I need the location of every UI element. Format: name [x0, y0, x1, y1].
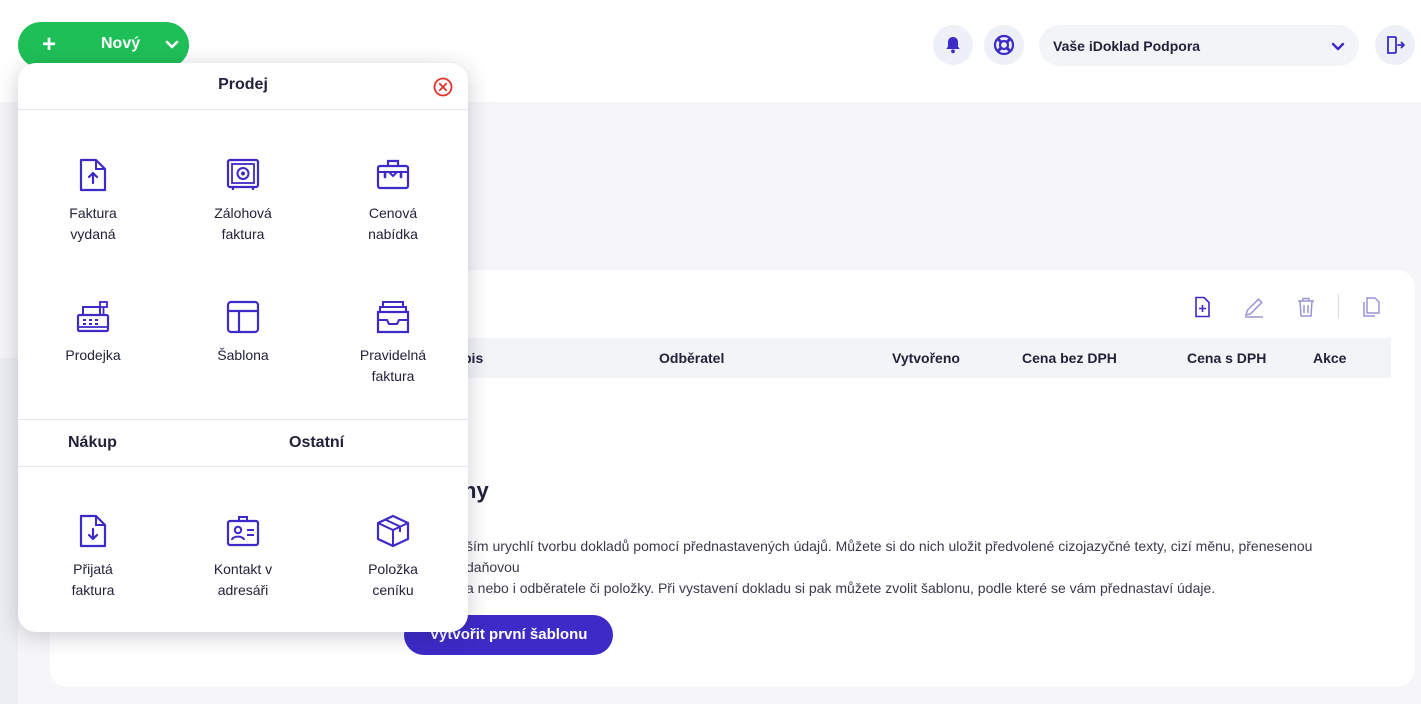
left-strip — [0, 358, 18, 704]
new-document-menu: Prodej Faktura vydaná Zálohová faktura C… — [18, 63, 468, 632]
empty-state-text: ším urychlí tvorbu dokladů pomocí předna… — [466, 536, 1366, 599]
menu-item-label: Položka — [368, 561, 418, 577]
invoice-upload-icon — [79, 158, 107, 192]
menu-item-price-list-item[interactable]: Položka ceníku — [318, 513, 468, 601]
logout-button[interactable] — [1375, 25, 1415, 65]
menu-item-label: nabídka — [368, 226, 418, 242]
account-selector[interactable]: Vaše iDoklad Podpora — [1039, 25, 1359, 66]
new-document-icon[interactable] — [1192, 296, 1212, 318]
safe-icon — [226, 158, 260, 190]
inbox-stack-icon — [376, 301, 410, 334]
menu-item-advance-invoice[interactable]: Zálohová faktura — [168, 157, 318, 245]
copy-icon[interactable] — [1360, 296, 1382, 318]
menu-item-label: Faktura — [69, 205, 117, 221]
logout-icon — [1387, 36, 1405, 54]
contact-card-icon — [226, 516, 260, 547]
chevron-down-icon — [165, 40, 179, 49]
chevron-down-icon — [1331, 42, 1345, 51]
menu-item-contact[interactable]: Kontakt v adresáři — [168, 513, 318, 601]
tab-purchase[interactable]: Nákup — [68, 434, 117, 452]
menu-item-label: vydaná — [70, 226, 116, 242]
menu-item-label: ceníku — [372, 582, 414, 598]
menu-item-price-offer[interactable]: Cenová nabídka — [318, 157, 468, 245]
menu-title-sales[interactable]: Prodej — [18, 76, 468, 94]
menu-item-label: Přijatá — [73, 561, 113, 577]
briefcase-icon — [376, 159, 410, 190]
menu-item-label: Prodejka — [65, 347, 121, 363]
column-price-without-vat[interactable]: Cena bez DPH — [1022, 350, 1117, 366]
column-actions: Akce — [1313, 350, 1347, 366]
menu-item-received-invoice[interactable]: Přijatá faktura — [18, 513, 168, 601]
menu-item-label: Kontakt v — [213, 561, 273, 577]
menu-item-template[interactable]: Šablona — [168, 299, 318, 366]
column-price-with-vat[interactable]: Cena s DPH — [1187, 350, 1266, 366]
menu-item-label: faktura — [71, 582, 115, 598]
menu-item-issued-invoice[interactable]: Faktura vydaná — [18, 157, 168, 245]
menu-item-label: Cenová — [368, 205, 418, 221]
close-icon[interactable] — [433, 77, 453, 97]
box-icon — [376, 514, 410, 548]
new-button[interactable]: + Nový — [18, 22, 189, 68]
column-customer[interactable]: Odběratel — [659, 350, 724, 366]
cash-register-icon — [76, 301, 110, 333]
notifications-button[interactable] — [933, 25, 973, 65]
menu-item-label: adresáři — [217, 582, 269, 598]
menu-item-recurring-invoice[interactable]: Pravidelná faktura — [318, 299, 468, 387]
plus-icon: + — [42, 31, 57, 58]
menu-item-label: faktura — [221, 226, 265, 242]
menu-item-receipt[interactable]: Prodejka — [18, 299, 168, 366]
empty-state-text-line: a nebo i odběratele či položky. Při vyst… — [466, 580, 1216, 596]
empty-state-text-line: ším urychlí tvorbu dokladů pomocí předna… — [466, 538, 1313, 575]
template-icon — [226, 300, 260, 334]
new-button-label: Nový — [101, 35, 141, 52]
menu-header: Prodej — [18, 63, 468, 110]
delete-icon[interactable] — [1295, 296, 1317, 318]
bell-icon — [946, 37, 960, 54]
table-header: pis Odběratel Vytvořeno Cena bez DPH Cen… — [408, 338, 1391, 378]
menu-item-label: Pravidelná — [359, 347, 427, 363]
toolbar-separator — [1338, 294, 1339, 318]
tab-other[interactable]: Ostatní — [289, 434, 344, 452]
menu-item-label: Zálohová — [214, 205, 272, 221]
menu-item-label: faktura — [371, 368, 415, 384]
menu-item-label: Šablona — [217, 347, 269, 363]
help-button[interactable] — [984, 25, 1024, 65]
menu-subheader: Nákup Ostatní — [18, 419, 468, 467]
lifebuoy-icon — [993, 34, 1015, 56]
account-name: Vaše iDoklad Podpora — [1053, 38, 1201, 54]
invoice-download-icon — [79, 514, 107, 548]
column-created[interactable]: Vytvořeno — [892, 350, 960, 366]
edit-icon[interactable] — [1243, 296, 1265, 318]
